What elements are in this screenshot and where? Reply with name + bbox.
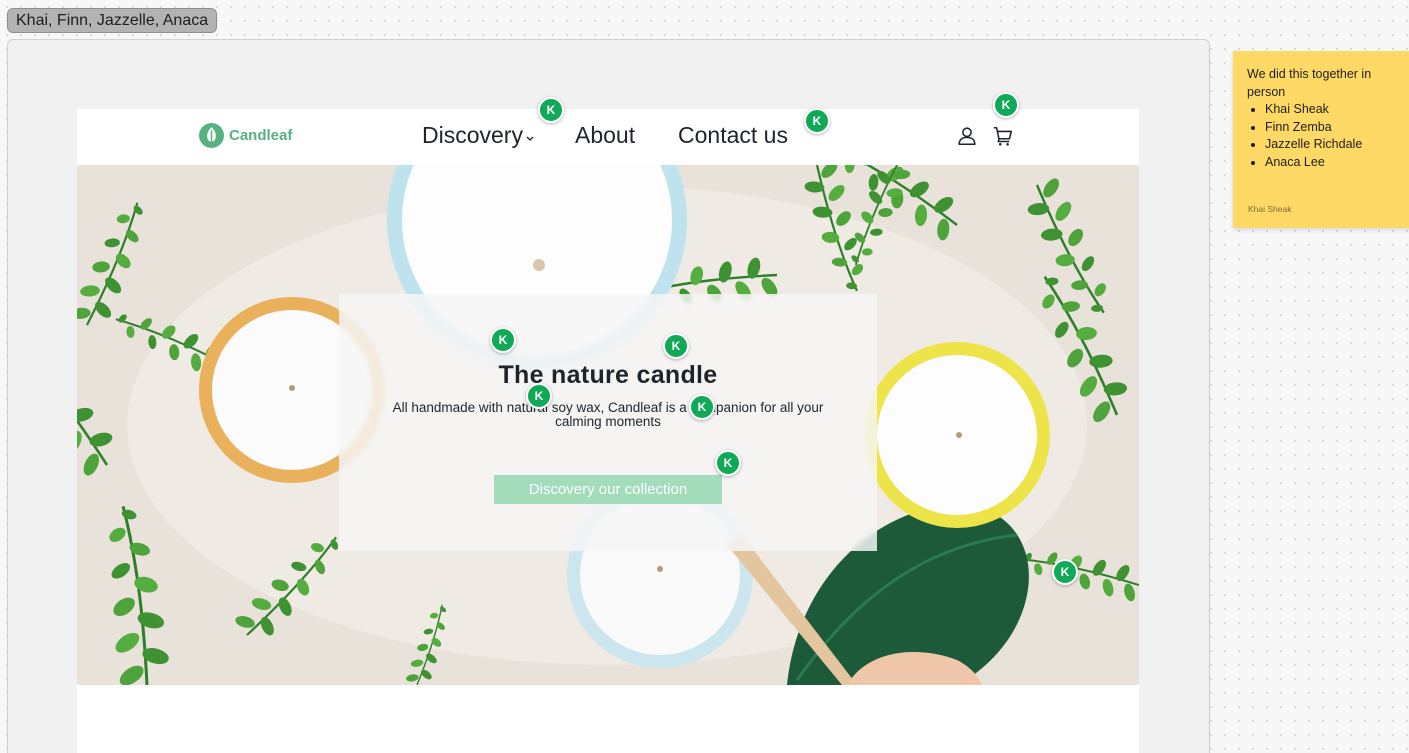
sticky-note-heading: We did this together in person	[1247, 67, 1372, 99]
nav-discovery[interactable]: Discovery	[422, 122, 535, 149]
list-item: Finn Zemba	[1265, 119, 1399, 137]
user-icon[interactable]	[956, 125, 978, 147]
collaborator-avatar[interactable]: K	[689, 394, 715, 420]
cart-icon[interactable]	[992, 125, 1014, 147]
hero-subtitle: All handmade with natural soy wax, Candl…	[392, 400, 824, 429]
chevron-down-icon	[526, 136, 534, 141]
sticky-note[interactable]: We did this together in person Khai Shea…	[1233, 51, 1409, 228]
collaborator-avatar[interactable]: K	[490, 327, 516, 353]
frame-label[interactable]: Khai, Finn, Jazzelle, Anaca	[7, 8, 218, 33]
leaf-logo-icon	[199, 123, 224, 148]
hero-card: The nature candle All handmade with natu…	[339, 294, 877, 551]
collaborator-avatar[interactable]: K	[526, 383, 552, 409]
website-mockup: Candleaf Discovery About Contact us The …	[77, 109, 1139, 753]
collaborator-avatar[interactable]: K	[538, 97, 564, 123]
collaborator-avatar[interactable]: K	[663, 333, 689, 359]
collaborator-avatar[interactable]: K	[993, 92, 1019, 118]
collaborator-avatar[interactable]: K	[1052, 559, 1078, 585]
nav-discovery-label: Discovery	[422, 122, 523, 148]
list-item: Jazzelle Richdale	[1265, 136, 1399, 154]
sticky-note-member-list: Khai Sheak Finn Zemba Jazzelle Richdale …	[1265, 101, 1399, 171]
nav-about[interactable]: About	[575, 122, 635, 149]
hero-title: The nature candle	[498, 361, 718, 389]
discovery-collection-button[interactable]: Discovery our collection	[494, 475, 722, 504]
list-item: Khai Sheak	[1265, 101, 1399, 119]
sticky-note-author: Khai Sheak	[1248, 204, 1292, 214]
brand-name: Candleaf	[229, 127, 293, 144]
collaborator-avatar[interactable]: K	[804, 108, 830, 134]
brand-logo[interactable]: Candleaf	[199, 123, 292, 148]
hero-section: The nature candle All handmade with natu…	[77, 165, 1139, 685]
nav-about-label: About	[575, 122, 636, 148]
list-item: Anaca Lee	[1265, 154, 1399, 172]
site-navbar: Candleaf Discovery About Contact us	[77, 109, 1139, 165]
collaborator-avatar[interactable]: K	[715, 450, 741, 476]
nav-contact[interactable]: Contact us	[678, 122, 788, 149]
nav-contact-label: Contact us	[678, 122, 788, 148]
